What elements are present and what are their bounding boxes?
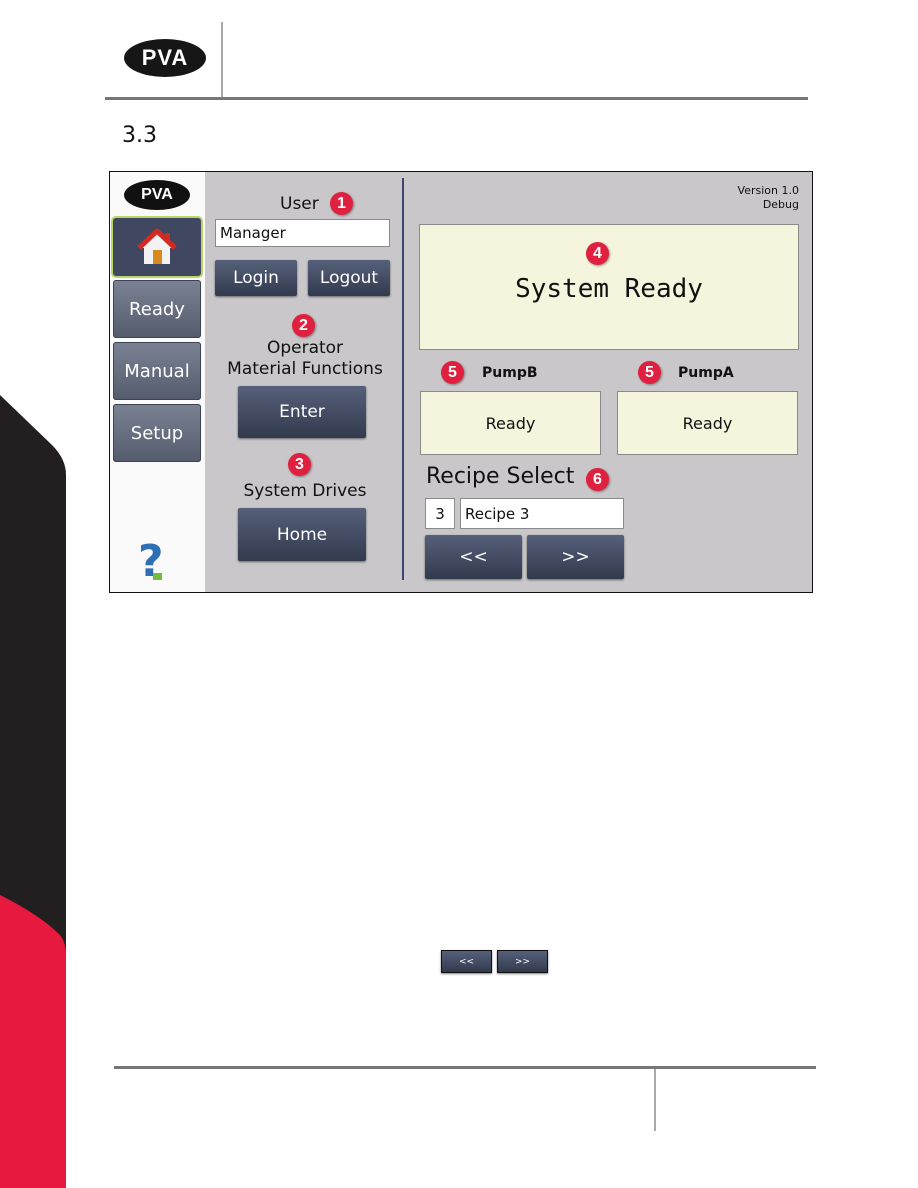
material-functions-label: Material Functions xyxy=(227,359,383,379)
user-label: User xyxy=(280,194,319,214)
callout-badge-6: 6 xyxy=(586,468,609,491)
operator-label: Operator xyxy=(266,338,344,358)
pva-logo: PVA xyxy=(124,39,206,77)
callout-badge-3: 3 xyxy=(288,453,311,476)
section-number: 3.3 xyxy=(122,123,157,148)
pumpa-label: PumpA xyxy=(678,365,734,381)
sidebar-item-label: Manual xyxy=(124,360,190,382)
panel-divider xyxy=(402,178,404,580)
header-rule xyxy=(105,97,808,100)
sidebar-item-label: Ready xyxy=(129,298,185,320)
pumpa-status-text: Ready xyxy=(682,413,733,433)
sidebar-item-ready[interactable]: Ready xyxy=(113,280,201,338)
logout-button[interactable]: Logout xyxy=(308,260,390,296)
help-icon-dot xyxy=(153,573,162,580)
system-status-display: System Ready xyxy=(419,224,799,350)
home-button[interactable]: Home xyxy=(238,508,366,561)
callout-badge-1: 1 xyxy=(330,192,353,215)
pumpb-label: PumpB xyxy=(482,365,538,381)
status-panel: Version 1.0 Debug System Ready 4 5 PumpB… xyxy=(406,172,812,592)
header-divider-vertical xyxy=(221,22,223,99)
callout-badge-4: 4 xyxy=(586,242,609,265)
sidebar-item-home[interactable] xyxy=(113,218,201,276)
hmi-screenshot: PVA Ready Manual Setup ? User 1 Manager … xyxy=(109,171,813,593)
system-status-text: System Ready xyxy=(515,274,703,304)
callout-badge-5-pumpb: 5 xyxy=(441,361,464,384)
home-icon xyxy=(137,228,177,264)
pumpb-status-text: Ready xyxy=(485,413,536,433)
callout-badge-5-pumpa: 5 xyxy=(638,361,661,384)
user-panel: User 1 Manager Login Logout 2 Operator M… xyxy=(205,172,405,592)
pumpa-status: Ready xyxy=(617,391,798,455)
sidebar-item-manual[interactable]: Manual xyxy=(113,342,201,400)
recipe-next-button[interactable]: >> xyxy=(527,535,624,579)
login-button[interactable]: Login xyxy=(215,260,297,296)
recipe-select-label: Recipe Select xyxy=(426,464,575,489)
recipe-name-field[interactable]: Recipe 3 xyxy=(460,498,624,529)
recipe-number-field[interactable]: 3 xyxy=(425,498,455,529)
pumpb-status: Ready xyxy=(420,391,601,455)
side-decorative-strip xyxy=(0,395,66,1188)
recipe-prev-button[interactable]: << xyxy=(425,535,522,579)
sidebar-item-label: Setup xyxy=(130,422,184,444)
version-text: Version 1.0 xyxy=(737,184,799,197)
system-drives-label: System Drives xyxy=(243,481,367,501)
footer-divider-vertical xyxy=(654,1069,656,1131)
callout-badge-2: 2 xyxy=(292,314,315,337)
hmi-sidebar: PVA Ready Manual Setup ? xyxy=(110,172,205,592)
inline-prev-button: << xyxy=(441,950,492,973)
version-info: Version 1.0 Debug xyxy=(738,184,799,212)
build-mode-text: Debug xyxy=(762,198,799,211)
strip-red xyxy=(0,895,66,1188)
user-field[interactable]: Manager xyxy=(215,219,390,247)
enter-button[interactable]: Enter xyxy=(238,386,366,438)
sidebar-item-setup[interactable]: Setup xyxy=(113,404,201,462)
footer-rule xyxy=(114,1066,816,1069)
inline-next-button: >> xyxy=(497,950,548,973)
hmi-logo: PVA xyxy=(124,180,190,210)
